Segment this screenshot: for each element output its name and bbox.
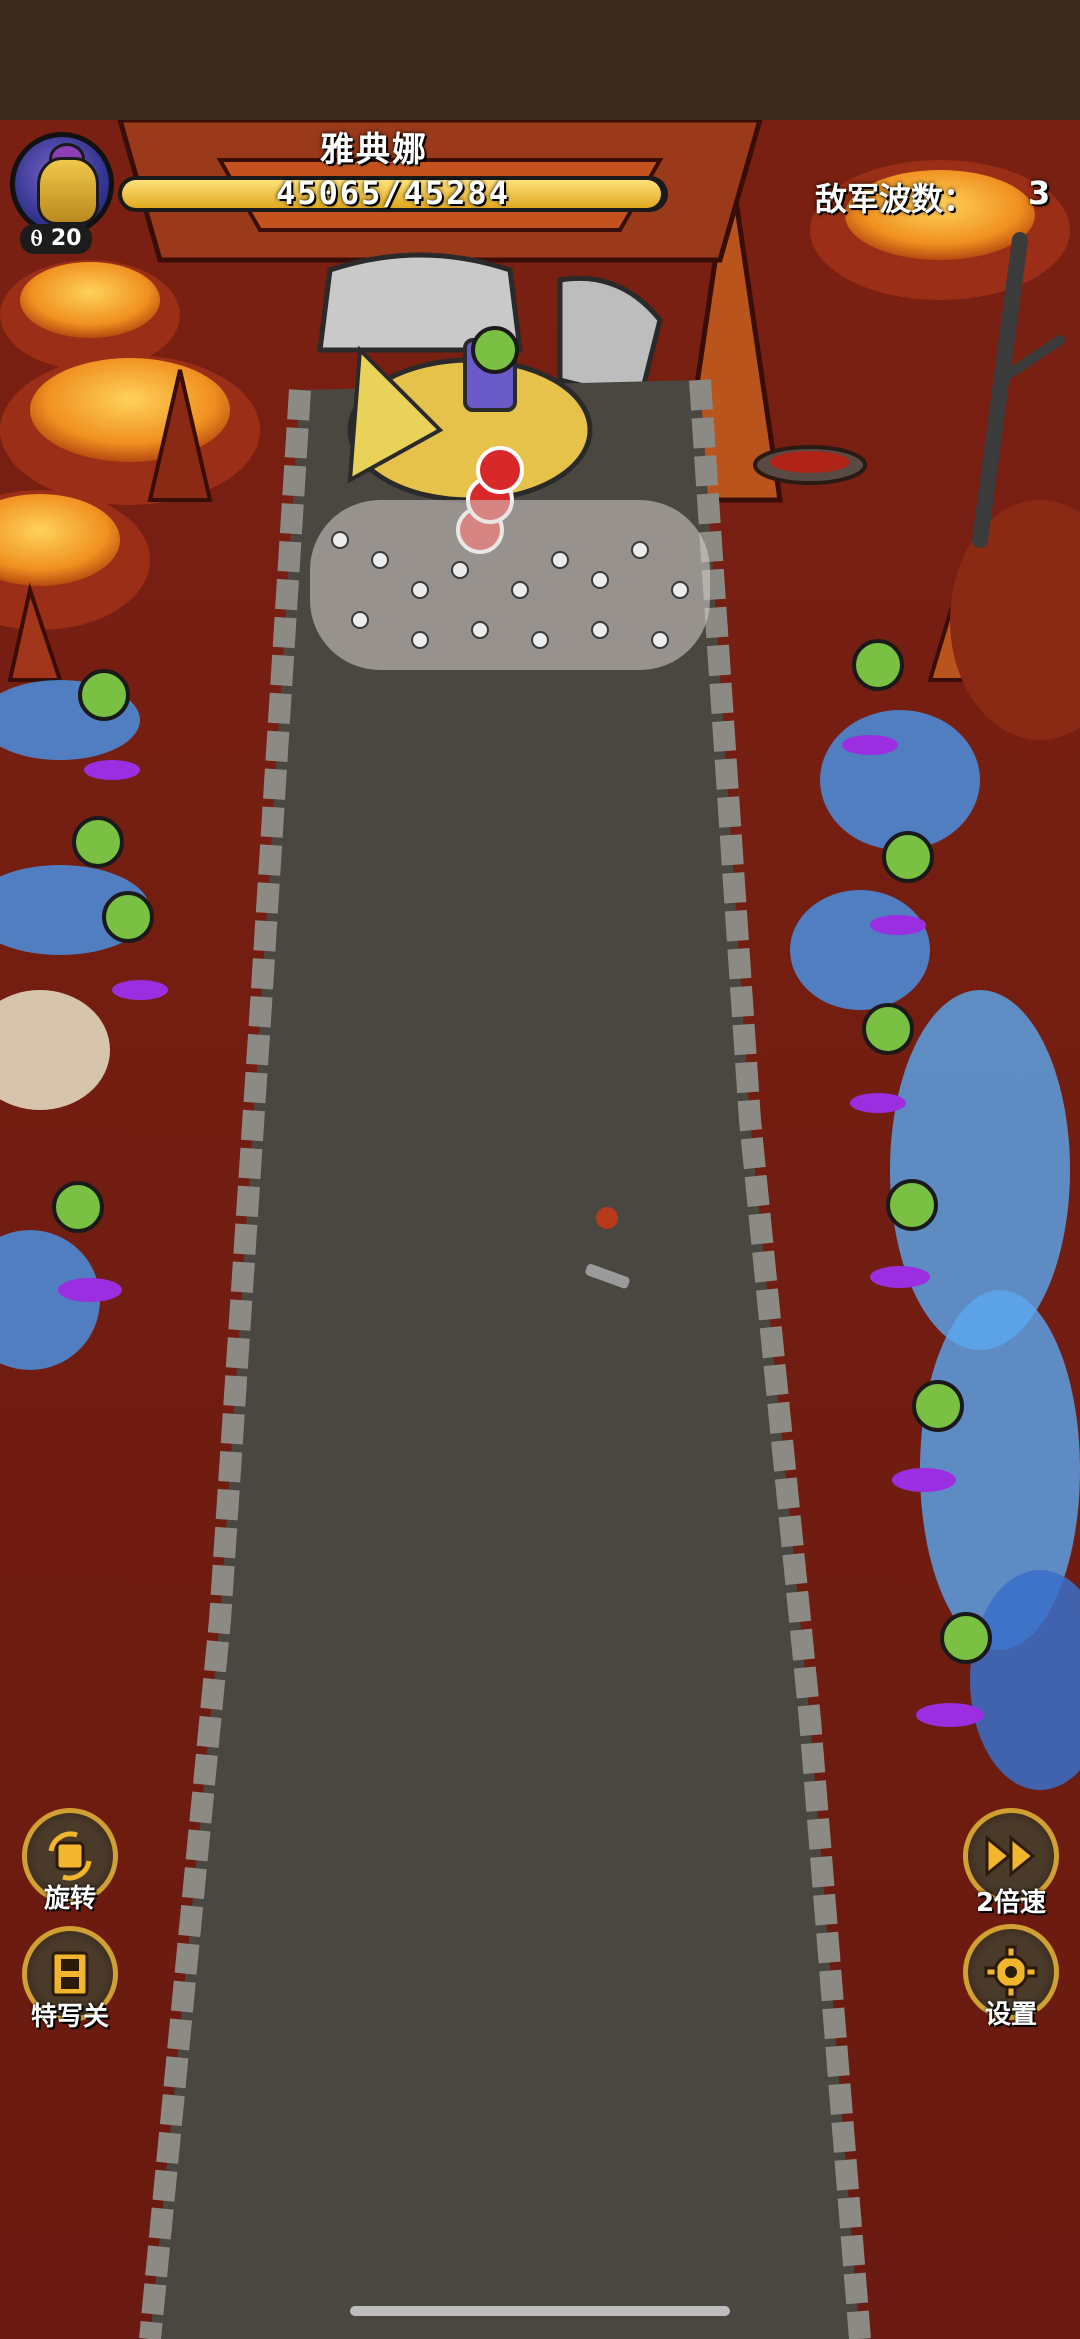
wave-count: 3 [1028,174,1051,212]
boss-level-badge: ⍬ 20 [20,224,92,254]
home-indicator[interactable] [350,2306,730,2316]
game-screen: ⍬ 20 雅典娜 45065/45284 敌军波数： 3 旋转 特写关 2倍速 … [0,0,1080,2339]
boss-level: 20 [50,226,82,251]
rotate-label: 旋转 [43,1884,96,1914]
gem-icon: ⍬ [30,226,44,251]
boss-avatar [10,132,114,236]
skeleton-horde [310,500,710,670]
boss-hp-text: 45065/45284 [276,174,510,212]
battlefield [0,120,1080,2339]
debris [596,1207,618,1229]
wave-label: 敌军波数： [815,180,976,218]
status-bar-area [0,0,1080,120]
settings-label: 设置 [984,2000,1037,2030]
helmet-icon [37,157,99,225]
boss-name: 雅典娜 [320,130,428,170]
closeup-label: 特写关 [30,2002,109,2032]
speed-label: 2倍速 [975,1888,1047,1918]
